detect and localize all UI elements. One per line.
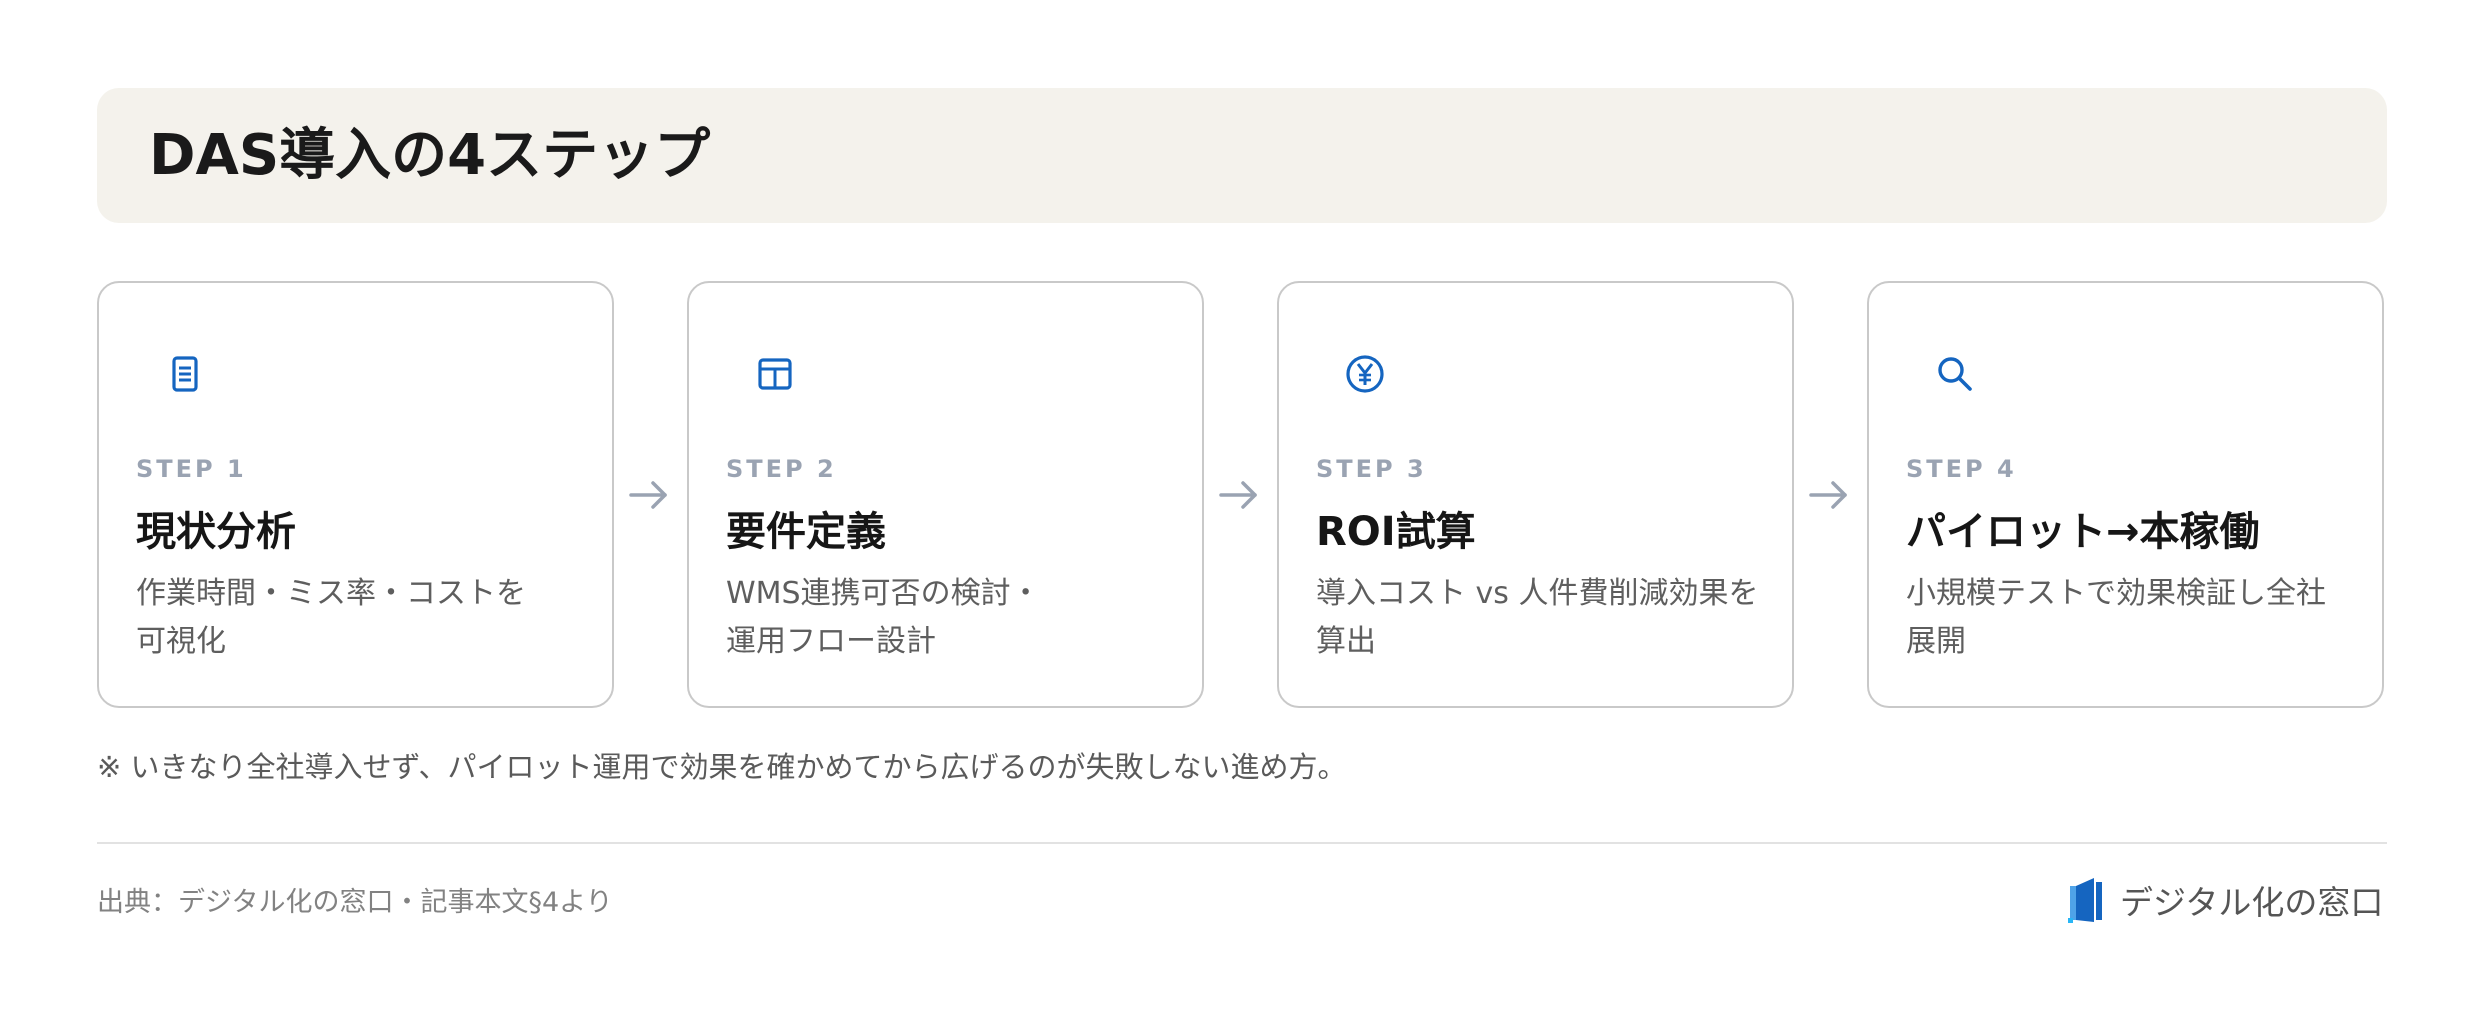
step-description: WMS連携可否の検討・ 運用フロー設計 <box>726 576 1041 659</box>
yen-icon <box>1346 355 1384 393</box>
source-citation: 出典：デジタル化の窓口・記事本文§4より <box>97 887 613 918</box>
arrow-right-icon <box>1809 481 1847 509</box>
brand-name: デジタル化の窓口 <box>2120 883 2384 922</box>
step-label: STEP 2 <box>726 455 837 483</box>
step-label: STEP 1 <box>136 455 247 483</box>
step-card-2: STEP 2 要件定義 WMS連携可否の検討・ 運用フロー設計 <box>687 281 1204 708</box>
title-banner: DAS導入の4ステップ <box>97 88 2387 223</box>
step-description: 導入コスト vs 人件費削減効果を 算出 <box>1316 576 1759 659</box>
arrow-right-icon <box>629 481 667 509</box>
page-title: DAS導入の4ステップ <box>149 123 711 188</box>
document-icon <box>172 356 198 392</box>
step-card-4: STEP 4 パイロット→本稼働 小規模テストで効果検証し全社 展開 <box>1867 281 2384 708</box>
step-label: STEP 3 <box>1316 455 1427 483</box>
window-logo-icon <box>2068 878 2102 923</box>
step-card-3: STEP 3 ROI試算 導入コスト vs 人件費削減効果を 算出 <box>1277 281 1794 708</box>
footnote: ※ いきなり全社導入せず、パイロット運用で効果を確かめてから広げるのが失敗しない… <box>97 750 1347 784</box>
step-title: ROI試算 <box>1316 509 1476 555</box>
divider <box>97 842 2387 844</box>
step-label: STEP 4 <box>1906 455 2017 483</box>
step-card-1: STEP 1 現状分析 作業時間・ミス率・コストを 可視化 <box>97 281 614 708</box>
step-title: 現状分析 <box>136 509 296 555</box>
step-description: 作業時間・ミス率・コストを 可視化 <box>136 576 526 659</box>
arrow-right-icon <box>1219 481 1257 509</box>
step-title: パイロット→本稼働 <box>1906 509 2260 555</box>
table-icon <box>758 358 792 390</box>
brand-logo: デジタル化の窓口 <box>2066 875 2383 925</box>
search-icon <box>1938 357 1972 391</box>
step-title: 要件定義 <box>726 509 886 555</box>
step-description: 小規模テストで効果検証し全社 展開 <box>1906 576 2326 659</box>
